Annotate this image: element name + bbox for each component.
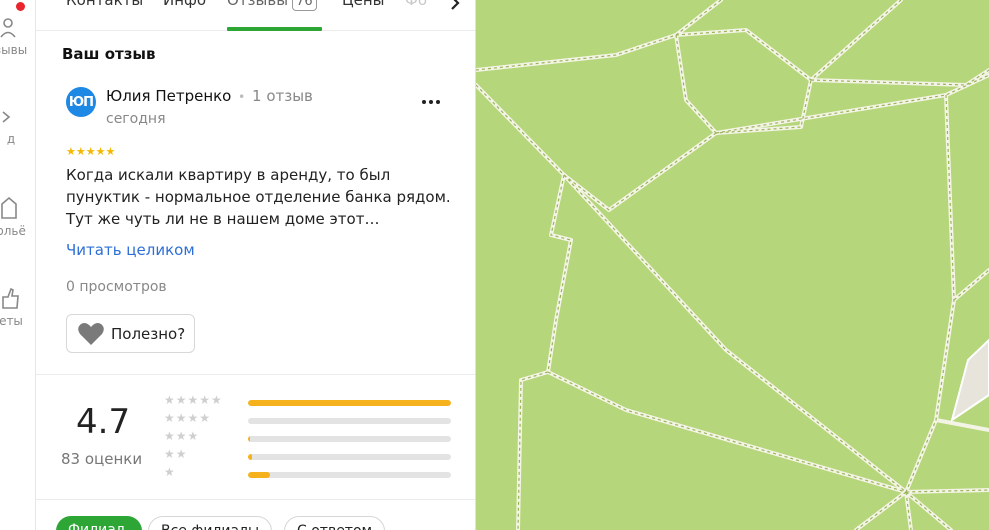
review-stars: ★★★★★ [66, 145, 116, 158]
read-more-link[interactable]: Читать целиком [66, 241, 195, 259]
rating-bar-track [248, 454, 451, 460]
tab-reviews-label: Отзывы [227, 0, 289, 9]
shoe-icon [2, 111, 11, 123]
filter-chip-with-reply[interactable]: С ответом [284, 516, 386, 530]
person-icon [0, 18, 16, 38]
tab-contacts[interactable]: Контакты [66, 0, 143, 9]
active-tab-underline [227, 27, 322, 31]
heart-icon [78, 322, 104, 345]
tab-prices[interactable]: Цены [342, 0, 385, 9]
reviews-count-badge: 76 [292, 0, 317, 11]
author-separator: • [238, 90, 246, 104]
thumb-icon [2, 287, 19, 309]
author-review-count: 1 отзыв [252, 87, 313, 105]
map-paths [476, 0, 989, 530]
useful-button[interactable]: Полезно? [66, 314, 195, 353]
review-date: сегодня [106, 111, 166, 127]
tab-info[interactable]: Инфо [163, 0, 206, 9]
rating-bar-fill [248, 400, 451, 406]
rating-row-stars: ★★★★★ [164, 393, 223, 407]
rating-row-stars: ★ [164, 465, 176, 479]
review-author: Юлия Петренко • 1 отзыв [106, 87, 313, 105]
rating-row-5: ★★★★★ [164, 393, 454, 410]
tab-reviews[interactable]: Отзывы 76 [227, 0, 317, 11]
rating-row-2: ★★ [164, 447, 454, 464]
filter-chip-all-branches[interactable]: Все филиалы [148, 516, 273, 530]
rating-count: 83 оценки [61, 450, 143, 468]
rail-item-label: рльё [0, 224, 26, 238]
tab-bar: Контакты Инфо Отзывы 76 Цены Фо [36, 0, 475, 31]
chevron-right-icon[interactable] [444, 0, 466, 16]
rating-bar-fill [248, 454, 253, 460]
rating-row-3: ★★★ [164, 429, 454, 446]
rating-row-1: ★ [164, 465, 454, 482]
filter-chip-branch[interactable]: Филиал [56, 516, 142, 530]
rail-item-label: зывы [0, 43, 28, 57]
rating-row-4: ★★★★ [164, 411, 454, 428]
rating-bar-track [248, 436, 451, 442]
rating-bar-fill [248, 436, 251, 442]
views-count: 0 просмотров [66, 279, 167, 295]
rating-bar-track [248, 400, 451, 406]
rating-bar-track [248, 418, 451, 424]
rail-item-food[interactable]: д [0, 108, 35, 146]
rating-row-stars: ★★★ [164, 429, 200, 443]
rating-row-stars: ★★★★ [164, 411, 212, 425]
divider [36, 374, 475, 375]
avatar: ЮП [66, 87, 96, 117]
author-name[interactable]: Юлия Петренко [106, 87, 231, 105]
org-card-panel: Контакты Инфо Отзывы 76 Цены Фо Ваш отзыв… [36, 0, 476, 530]
rail-item-housing[interactable]: рльё [0, 194, 35, 238]
useful-label: Полезно? [111, 324, 186, 343]
rail-item-label: еты [0, 314, 23, 328]
building-icon [1, 196, 17, 219]
review-text: Когда искали квартиру в аренду, то был п… [66, 166, 451, 228]
left-rail: зывы д рльё еты [0, 0, 36, 530]
rating-bar-track [248, 472, 451, 478]
rail-item-reviews[interactable]: зывы [0, 17, 35, 57]
more-options-icon[interactable] [419, 92, 443, 112]
notification-dot [16, 2, 25, 11]
rail-item-label: д [6, 132, 16, 146]
rail-item-tips[interactable]: еты [0, 286, 35, 328]
tab-photo[interactable]: Фо [405, 0, 427, 9]
divider [36, 499, 475, 500]
rating-row-stars: ★★ [164, 447, 188, 461]
map-view[interactable] [476, 0, 989, 530]
section-title: Ваш отзыв [62, 45, 156, 63]
rating-value: 4.7 [76, 402, 131, 442]
rating-bar-fill [248, 472, 271, 478]
